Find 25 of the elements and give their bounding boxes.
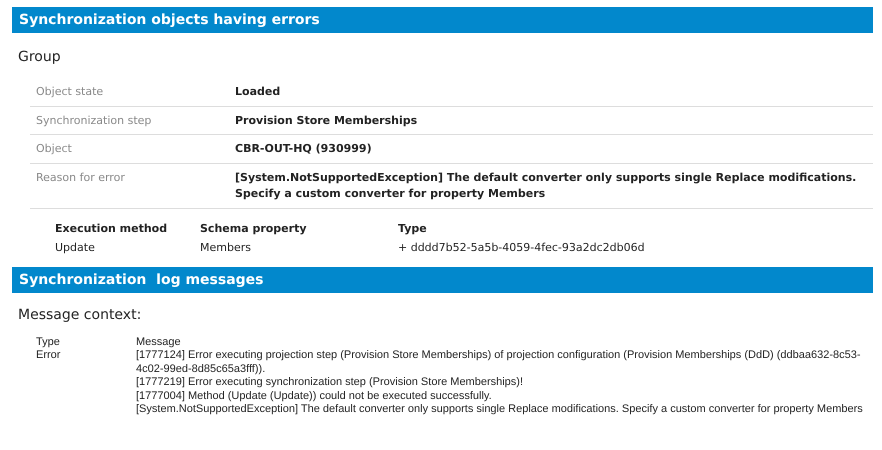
property-value: Loaded — [235, 84, 282, 100]
property-value: Provision Store Memberships — [235, 112, 418, 128]
property-label: Synchronization step — [36, 112, 152, 128]
column-header: Execution method — [55, 220, 168, 236]
log-message: [1777124] Error executing projection step (Provision Store Memberships) of projection configuration (Provision Memberships (DdD) (ddbaa632-8c53-4c02-99ed-8d85c65a3fff)). — [136, 349, 862, 376]
log-message: [System.NotSupportedException] The default converter only supports single Replace modifications. Specify a custom converter for property Members — [136, 403, 864, 416]
property-label: Object — [36, 141, 73, 157]
log-message: [1777004] Method (Update (Update)) could not be executed successfully. — [136, 390, 493, 403]
property-value: [System.NotSupportedException] The default converter only supports single Replace modifications. Specify a custom converter for property Members — [235, 170, 858, 202]
table-cell-text: + dddd7b52-5a5b-4059-4fec-93a2dc2db06d — [398, 240, 645, 256]
table-cell-text: Error — [36, 349, 62, 363]
table-cell-text: Update — [55, 240, 96, 256]
column-header: Type — [36, 336, 61, 349]
context-heading: Message context: — [17, 306, 142, 324]
property-label: Reason for error — [36, 170, 126, 186]
column-header: Message — [136, 336, 182, 349]
property-value: CBR-OUT-HQ (930999) — [235, 141, 373, 157]
table-cell-text: Members — [200, 240, 252, 256]
property-label: Object state — [36, 84, 104, 100]
column-header: Type — [398, 220, 427, 236]
column-header: Schema property — [200, 220, 308, 236]
section-header: Synchronization objects having errors — [12, 7, 873, 33]
section-header: Synchronization log messages — [12, 266, 873, 292]
log-message: [1777219] Error executing synchronization step (Provision Store Memberships)! — [136, 376, 524, 390]
group-heading: Group — [17, 48, 62, 67]
